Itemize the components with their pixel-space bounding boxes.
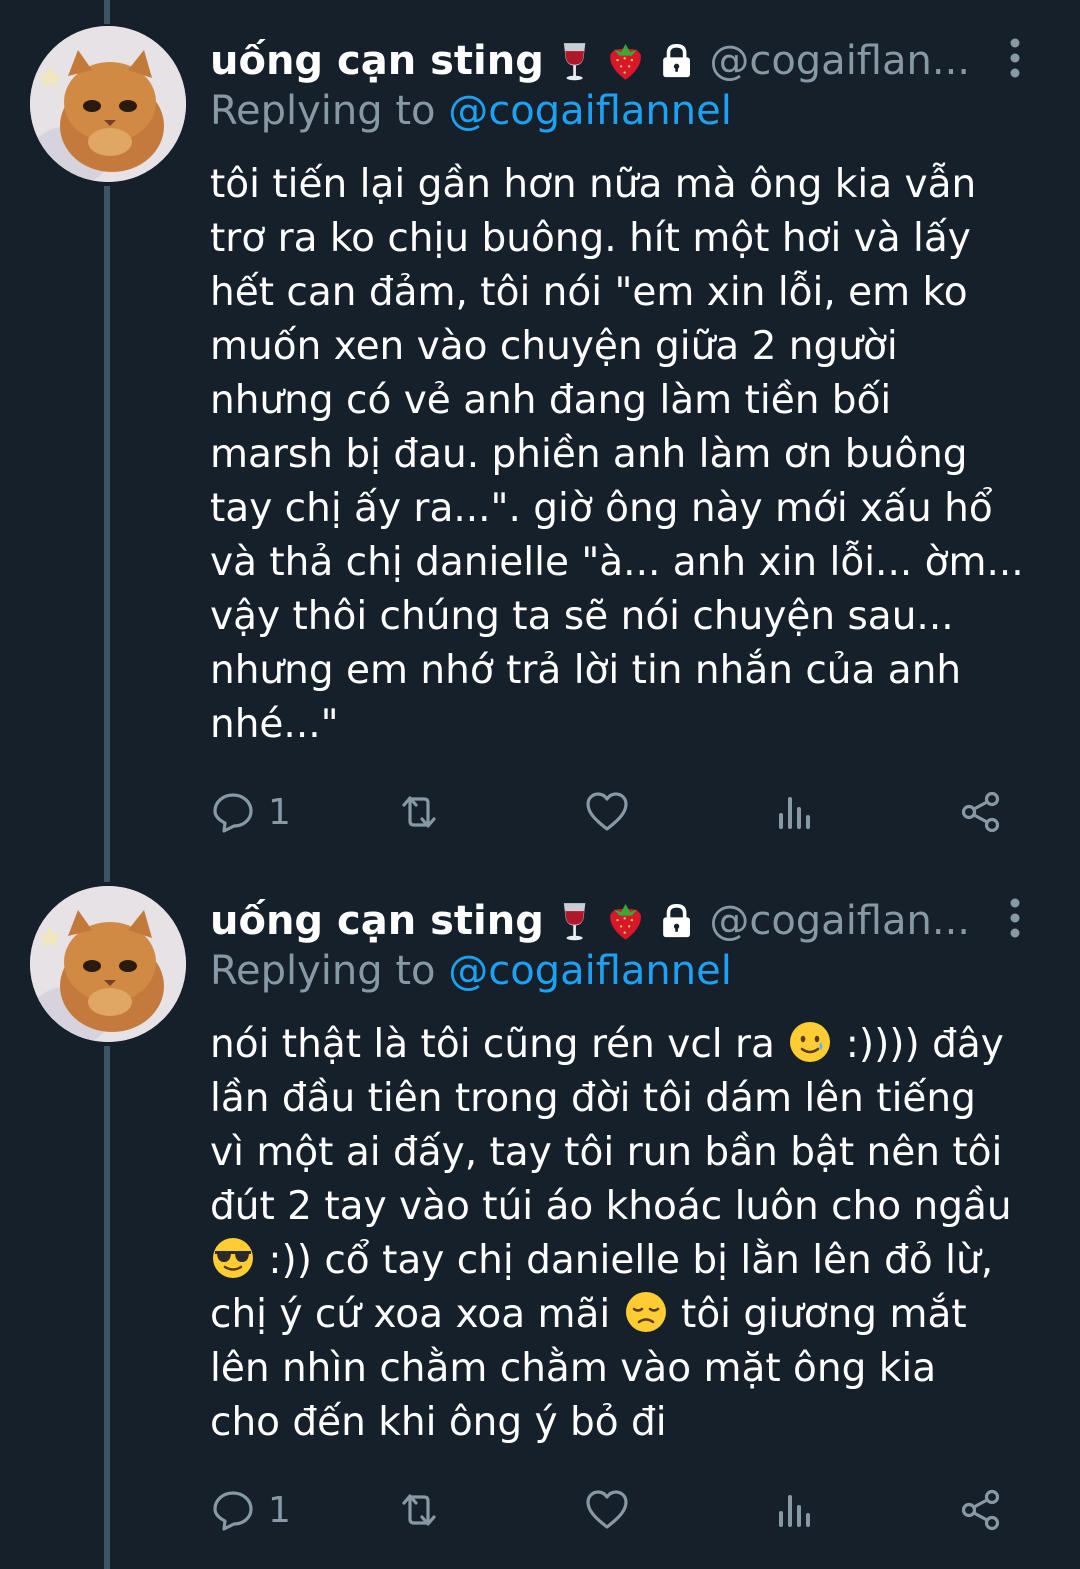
reply-icon	[213, 1491, 253, 1531]
tweet-actions: 1	[210, 784, 1010, 840]
lock-icon	[656, 898, 697, 944]
disappointed-face-icon	[623, 1289, 669, 1335]
analytics-icon	[779, 797, 810, 829]
like-button[interactable]	[584, 1482, 630, 1538]
tweet-text: tôi tiến lại gần hơn nữa mà ông kia vẫn …	[210, 162, 1024, 747]
tweet-header: uống cạn sting @cogaiflan...	[210, 894, 970, 948]
retweet-icon	[402, 796, 436, 828]
user-handle[interactable]: @cogaiflan...	[709, 38, 970, 84]
analytics-icon	[779, 1495, 810, 1527]
wine-glass-icon	[554, 898, 595, 944]
mention-link[interactable]: @cogaiflannel	[448, 948, 732, 994]
reply-icon	[213, 793, 253, 833]
reply-count: 1	[268, 791, 291, 833]
replying-to: Replying to @cogaiflannel	[210, 948, 732, 994]
avatar[interactable]	[30, 886, 186, 1042]
replying-to: Replying to @cogaiflannel	[210, 88, 732, 134]
smiling-face-with-sunglasses-icon	[210, 1235, 256, 1281]
tweet[interactable]: uống cạn sting @cogaiflan... Replying to…	[0, 0, 1080, 860]
tweet[interactable]: uống cạn sting @cogaiflan... Replying to…	[0, 860, 1080, 1569]
analytics-button[interactable]	[772, 784, 818, 840]
strawberry-icon	[605, 38, 646, 84]
reply-button[interactable]: 1	[210, 1482, 291, 1538]
share-button[interactable]	[958, 1482, 1004, 1538]
text-part: nói thật là tôi cũng rén vcl ra	[210, 1022, 788, 1067]
replying-prefix: Replying to	[210, 948, 436, 994]
display-name[interactable]: uống cạn sting	[210, 38, 544, 84]
more-options-icon[interactable]	[1000, 898, 1030, 938]
retweet-icon	[402, 1494, 436, 1526]
kitten-avatar-icon	[30, 886, 186, 1042]
more-options-icon[interactable]	[1000, 38, 1030, 78]
wine-glass-icon	[554, 38, 595, 84]
tweet-header: uống cạn sting @cogaiflan...	[210, 34, 970, 88]
share-button[interactable]	[958, 784, 1004, 840]
reply-count: 1	[268, 1489, 291, 1531]
avatar[interactable]	[30, 26, 186, 182]
share-icon	[961, 791, 1000, 833]
smiling-face-with-tear-icon	[787, 1019, 833, 1065]
tweet-actions: 1	[210, 1482, 1010, 1538]
user-handle[interactable]: @cogaiflan...	[709, 898, 970, 944]
strawberry-icon	[605, 898, 646, 944]
retweet-button[interactable]	[396, 784, 442, 840]
share-icon	[961, 1489, 1000, 1531]
kitten-avatar-icon	[30, 26, 186, 182]
like-button[interactable]	[584, 784, 630, 840]
replying-prefix: Replying to	[210, 88, 436, 134]
display-name[interactable]: uống cạn sting	[210, 898, 544, 944]
tweet-text: nói thật là tôi cũng rén vcl ra :)))) đâ…	[210, 1018, 1050, 1450]
heart-icon	[586, 1490, 628, 1529]
reply-button[interactable]: 1	[210, 784, 291, 840]
mention-link[interactable]: @cogaiflannel	[448, 88, 732, 134]
heart-icon	[586, 792, 628, 831]
lock-icon	[656, 38, 697, 84]
analytics-button[interactable]	[772, 1482, 818, 1538]
retweet-button[interactable]	[396, 1482, 442, 1538]
